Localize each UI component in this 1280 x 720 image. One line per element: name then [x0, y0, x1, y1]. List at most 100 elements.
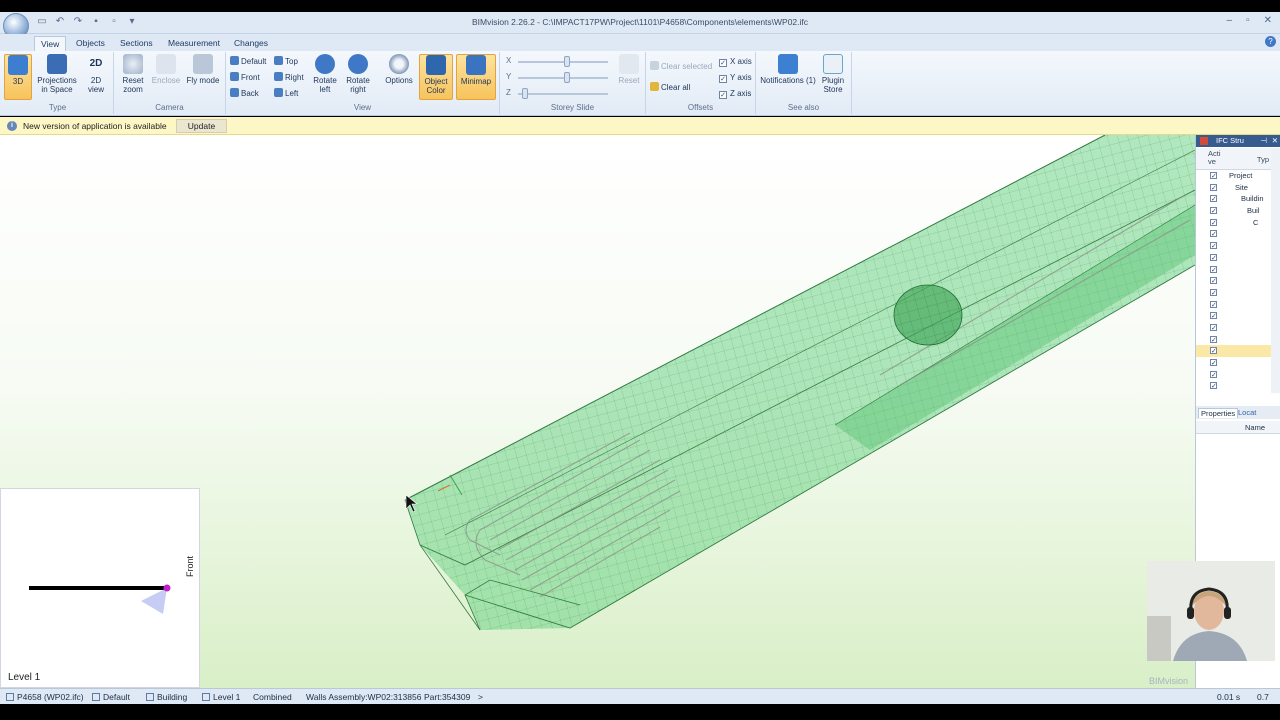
tree-row[interactable]: ✓	[1196, 310, 1276, 322]
tree-row[interactable]: ✓ Buildin	[1196, 193, 1276, 205]
checkbox-checked-icon[interactable]: ✓	[1210, 347, 1217, 355]
help-icon[interactable]: ?	[1265, 36, 1276, 47]
3d-viewport[interactable]: Front Level 1 BIMvision	[0, 135, 1195, 688]
sphere-marker[interactable]	[893, 284, 963, 346]
tree-row[interactable]: ✓	[1196, 334, 1276, 346]
y-axis-checkbox[interactable]: ✓ Y axis	[719, 71, 752, 85]
close-button[interactable]: ✕	[1264, 15, 1272, 26]
tab-changes[interactable]: Changes	[228, 36, 274, 51]
update-button[interactable]: Update	[176, 119, 227, 133]
checkbox-checked-icon[interactable]: ✓	[1210, 218, 1217, 227]
checkbox-checked-icon[interactable]: ✓	[1210, 359, 1217, 367]
tree-row[interactable]: ✓	[1196, 228, 1276, 240]
tree-row[interactable]: ✓ Buil	[1196, 205, 1276, 217]
status-building[interactable]: Building	[146, 692, 187, 702]
minimap-button[interactable]: Minimap	[456, 54, 496, 100]
checkbox-checked-icon[interactable]: ✓	[1210, 288, 1217, 297]
storey-slider-y[interactable]: Y	[506, 72, 616, 84]
status-part[interactable]: Part:354309	[424, 692, 470, 702]
checkbox-checked-icon[interactable]: ✓	[1210, 323, 1217, 332]
status-combined[interactable]: Combined	[253, 692, 292, 702]
tree-row[interactable]: ✓	[1196, 369, 1276, 381]
tree-row[interactable]: ✓ Project	[1196, 170, 1276, 182]
tree-row[interactable]: ✓	[1196, 322, 1276, 334]
clear-all-button[interactable]: Clear all	[650, 81, 690, 95]
checkbox-checked-icon[interactable]: ✓	[1210, 242, 1217, 250]
tree-scrollbar[interactable]	[1271, 148, 1280, 393]
checkbox-checked-icon[interactable]: ✓	[1210, 183, 1217, 192]
checkbox-checked-icon[interactable]: ✓	[1210, 312, 1217, 320]
view-2d-button[interactable]: 2D 2D view	[82, 54, 110, 100]
tab-location[interactable]: Locat	[1236, 408, 1258, 417]
tree-row[interactable]: ✓	[1196, 299, 1276, 311]
reset-zoom-button[interactable]: Reset zoom	[118, 54, 148, 100]
tree-row[interactable]: ✓	[1196, 252, 1276, 264]
column-active[interactable]: Acti ve	[1208, 150, 1221, 166]
plugin-store-button[interactable]: Plugin Store	[818, 54, 848, 100]
x-axis-checkbox[interactable]: ✓ X axis	[719, 55, 752, 69]
group-storey-slide: X Y Z Reset Storey Slide	[500, 52, 646, 114]
checkbox-checked-icon[interactable]: ✓	[1210, 253, 1217, 262]
tree-row[interactable]: ✓ Site	[1196, 182, 1276, 194]
view-right-button[interactable]: Right	[274, 71, 304, 85]
status-level[interactable]: Level 1	[202, 692, 240, 702]
checkbox-checked-icon[interactable]: ✓	[1210, 300, 1217, 309]
status-assembly[interactable]: Walls Assembly:WP02:313856	[306, 692, 421, 702]
storey-slider-x[interactable]: X	[506, 56, 616, 68]
wall-element[interactable]	[404, 135, 1195, 631]
chevron-right-icon[interactable]: >	[478, 692, 483, 702]
view-default-button[interactable]: Default	[230, 55, 266, 69]
enclose-button[interactable]: Enclose	[150, 54, 182, 100]
rotate-left-button[interactable]: Rotate left	[310, 54, 340, 100]
storey-slider-z[interactable]: Z	[506, 88, 616, 100]
view-3d-button[interactable]: 3D	[4, 54, 32, 100]
tree-row[interactable]: ✓	[1196, 264, 1276, 276]
tree-row[interactable]: ✓	[1196, 380, 1276, 392]
notifications-button[interactable]: Notifications (1)	[760, 54, 816, 100]
checkbox-checked-icon[interactable]: ✓	[1210, 335, 1217, 344]
checkbox-checked-icon[interactable]: ✓	[1210, 207, 1217, 215]
checkbox-checked-icon[interactable]: ✓	[1210, 172, 1217, 180]
view-back-button[interactable]: Back	[230, 87, 259, 101]
pin-icon[interactable]: ⊣	[1260, 135, 1267, 147]
tab-sections[interactable]: Sections	[114, 36, 159, 51]
options-button[interactable]: Options	[382, 54, 416, 100]
tab-measurement[interactable]: Measurement	[162, 36, 226, 51]
minimap[interactable]: Front Level 1	[0, 488, 200, 688]
checkbox-checked-icon[interactable]: ✓	[1210, 382, 1217, 390]
tree-row[interactable]: ✓	[1196, 357, 1276, 369]
tree-row[interactable]: ✓	[1196, 345, 1276, 357]
status-file[interactable]: P4658 (WP02.ifc)	[6, 692, 84, 702]
checkbox-checked-icon[interactable]: ✓	[1210, 265, 1217, 274]
view-top-button[interactable]: Top	[274, 55, 298, 69]
tab-properties[interactable]: Properties	[1198, 408, 1239, 418]
close-icon[interactable]: ✕	[1272, 135, 1278, 147]
maximize-button[interactable]: ▫	[1246, 15, 1250, 26]
projections-button[interactable]: Projections in Space	[35, 54, 79, 100]
rotate-right-button[interactable]: Rotate right	[343, 54, 373, 100]
view-front-button[interactable]: Front	[230, 71, 260, 85]
tree-row[interactable]: ✓	[1196, 287, 1276, 299]
tree-row[interactable]: ✓	[1196, 275, 1276, 287]
tab-view[interactable]: View	[34, 36, 67, 51]
checkbox-checked-icon[interactable]: ✓	[1210, 230, 1217, 238]
status-mode[interactable]: Default	[92, 692, 130, 702]
slider-thumb[interactable]	[564, 56, 570, 67]
tab-objects[interactable]: Objects	[70, 36, 111, 51]
object-color-button[interactable]: Object Color	[419, 54, 453, 100]
slider-thumb[interactable]	[564, 72, 570, 83]
checkbox-checked-icon[interactable]: ✓	[1210, 277, 1217, 285]
properties-name-column[interactable]: Name	[1245, 423, 1265, 432]
checkbox-checked-icon[interactable]: ✓	[1210, 370, 1217, 379]
view-left-button[interactable]: Left	[274, 87, 298, 101]
slider-thumb[interactable]	[522, 88, 528, 99]
minimize-button[interactable]: –	[1227, 15, 1233, 26]
column-type[interactable]: Typ	[1257, 155, 1269, 164]
clear-selected-button[interactable]: Clear selected	[650, 60, 712, 74]
tree-row[interactable]: ✓ C	[1196, 217, 1276, 229]
tree-row[interactable]: ✓	[1196, 240, 1276, 252]
z-axis-checkbox[interactable]: ✓ Z axis	[719, 87, 751, 101]
checkbox-checked-icon[interactable]: ✓	[1210, 195, 1217, 203]
fly-mode-button[interactable]: Fly mode	[186, 54, 220, 100]
storey-reset-button[interactable]: Reset	[616, 54, 642, 100]
